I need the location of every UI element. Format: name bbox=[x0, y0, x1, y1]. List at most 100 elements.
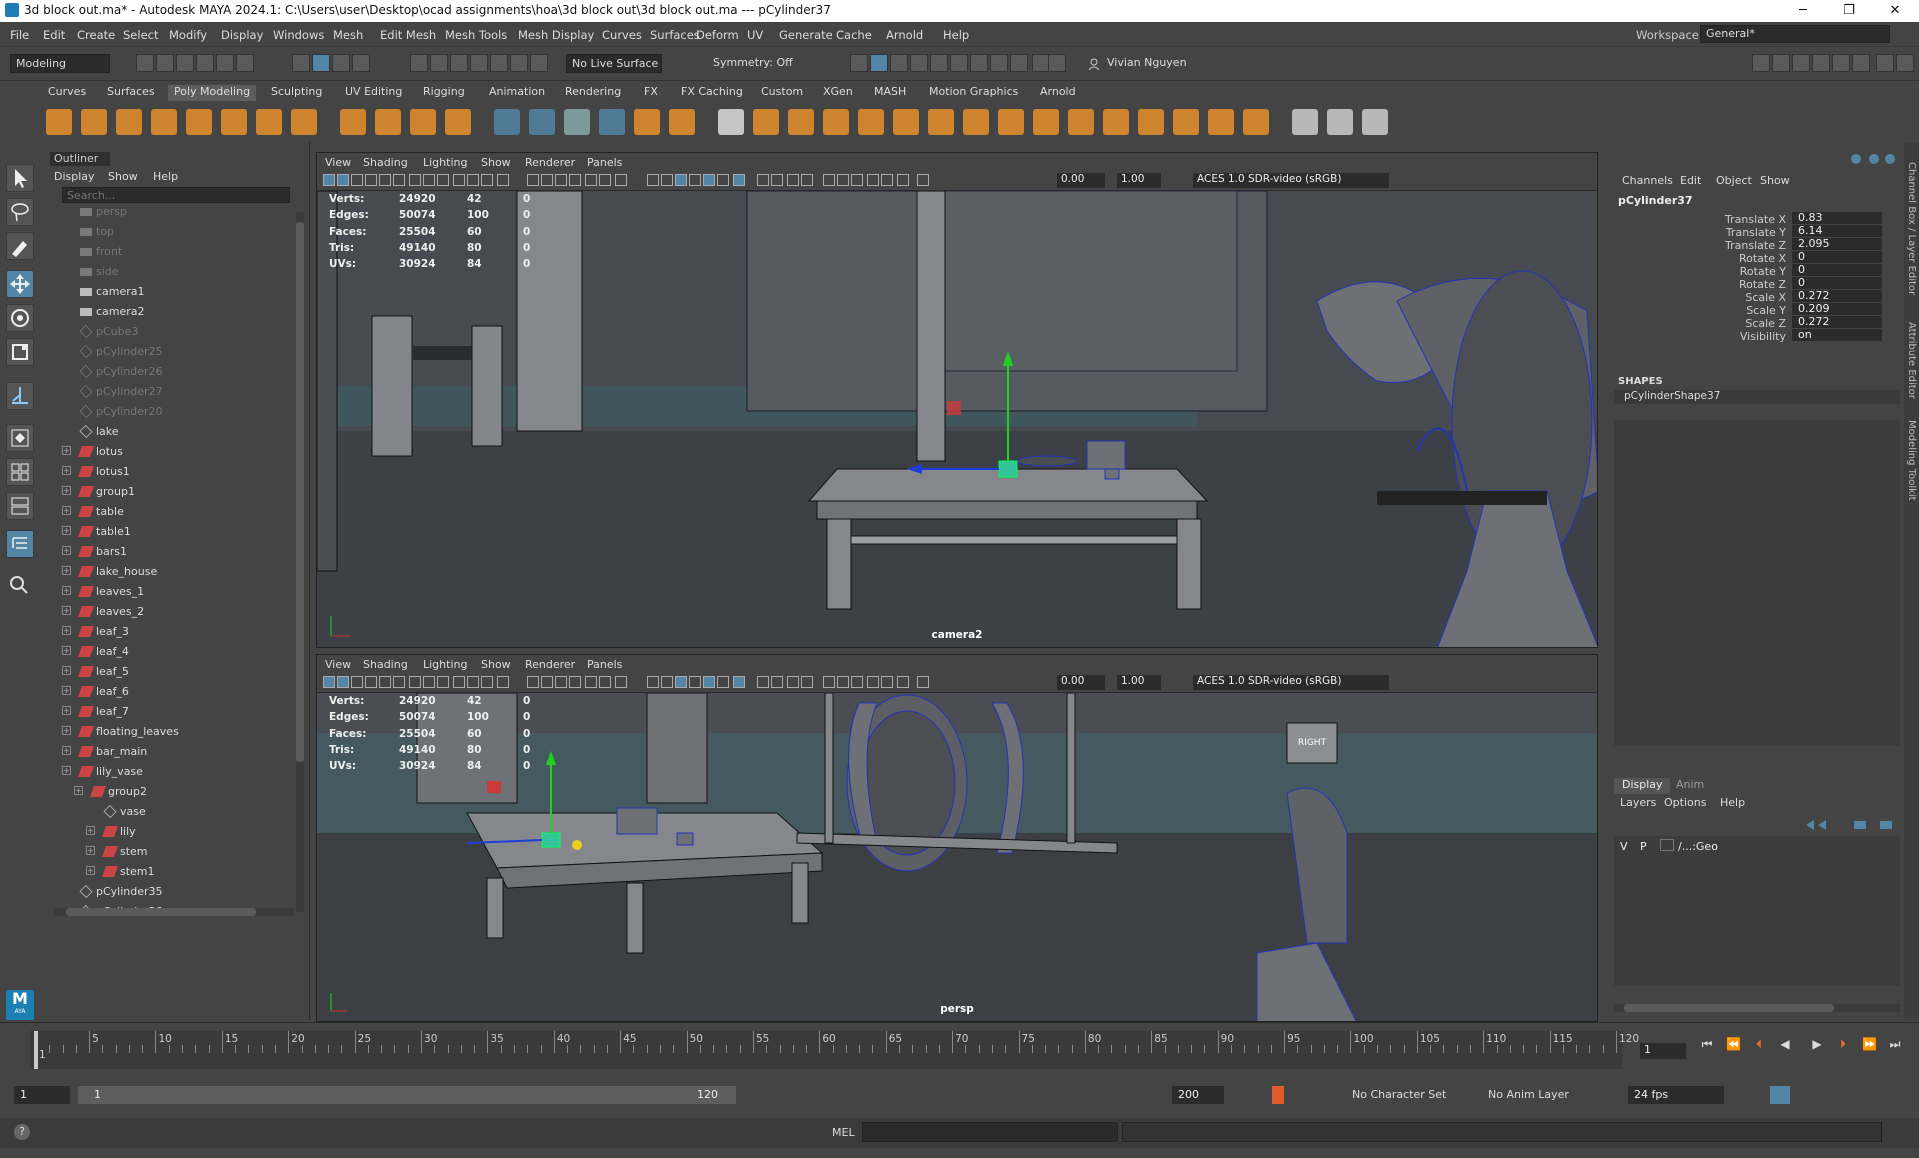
shelf-tool-icon[interactable] bbox=[1243, 109, 1269, 135]
expand-icon[interactable]: + bbox=[62, 746, 71, 755]
menu-select[interactable]: Select bbox=[123, 28, 158, 42]
layer-playback-toggle[interactable]: P bbox=[1640, 840, 1647, 853]
viewport-tool-icon[interactable] bbox=[703, 676, 715, 688]
viewport-tool-icon[interactable] bbox=[661, 174, 673, 186]
expand-icon[interactable]: + bbox=[62, 706, 71, 715]
expand-icon[interactable]: + bbox=[62, 506, 71, 515]
cb-attr-value[interactable]: 2.095 bbox=[1792, 238, 1882, 250]
viewport-tool-icon[interactable] bbox=[569, 676, 581, 688]
viewport-tool-icon[interactable] bbox=[379, 174, 391, 186]
viewport-tool-icon[interactable] bbox=[599, 174, 611, 186]
outliner-item[interactable]: pCylinder26 bbox=[50, 362, 296, 382]
cb-menu-edit[interactable]: Edit bbox=[1680, 174, 1701, 187]
viewport-tool-icon[interactable] bbox=[555, 174, 567, 186]
status-tool-icon[interactable] bbox=[1752, 54, 1770, 72]
viewport-tool-icon[interactable] bbox=[689, 676, 701, 688]
viewport-tool-icon[interactable] bbox=[867, 676, 879, 688]
cb-attr-value[interactable]: 0.209 bbox=[1792, 303, 1882, 315]
shelf-tool-icon[interactable] bbox=[893, 109, 919, 135]
menu-create[interactable]: Create bbox=[77, 28, 115, 42]
viewport-tool-icon[interactable] bbox=[675, 676, 687, 688]
shelf-tab-xgen[interactable]: XGen bbox=[823, 85, 853, 98]
viewport-tool-icon[interactable] bbox=[615, 676, 627, 688]
viewport-tool-icon[interactable] bbox=[541, 174, 553, 186]
select-tool-icon[interactable] bbox=[6, 164, 34, 192]
menu-help[interactable]: Help bbox=[943, 28, 969, 42]
anim-layer-dropdown[interactable]: No Anim Layer bbox=[1488, 1088, 1569, 1101]
shelf-tool-icon[interactable] bbox=[1103, 109, 1129, 135]
viewport-tool-icon[interactable] bbox=[771, 676, 783, 688]
viewport-tool-icon[interactable] bbox=[569, 174, 581, 186]
last-tool-icon[interactable] bbox=[6, 382, 34, 410]
status-tool-icon[interactable] bbox=[196, 54, 214, 72]
shelf-tab-poly-modeling[interactable]: Poly Modeling bbox=[168, 85, 257, 101]
viewport-tool-icon[interactable] bbox=[323, 676, 335, 688]
side-tab-modeling-toolkit[interactable]: Modeling Toolkit bbox=[1906, 420, 1917, 501]
shelf-tool-icon[interactable] bbox=[256, 109, 282, 135]
expand-icon[interactable]: + bbox=[62, 586, 71, 595]
viewport-tool-icon[interactable] bbox=[585, 676, 597, 688]
workspace-dropdown[interactable]: General* bbox=[1700, 25, 1890, 43]
viewport-tool-icon[interactable] bbox=[437, 174, 449, 186]
outliner-item[interactable]: + floating_leaves bbox=[50, 722, 296, 742]
outliner-item[interactable]: + stem1 bbox=[50, 862, 296, 882]
outliner-item[interactable]: pCylinder25 bbox=[50, 342, 296, 362]
outliner-hscrollbar[interactable] bbox=[54, 908, 294, 916]
viewport-tool-icon[interactable] bbox=[497, 174, 509, 186]
colorspace-dropdown[interactable]: ACES 1.0 SDR-video (sRGB) bbox=[1193, 675, 1389, 690]
menu-mesh-tools[interactable]: Mesh Tools bbox=[445, 28, 507, 42]
outliner-item[interactable]: pCylinder20 bbox=[50, 402, 296, 422]
play-backward-icon[interactable]: ◀ bbox=[1778, 1037, 1792, 1051]
menu-cache[interactable]: Cache bbox=[836, 28, 872, 42]
status-tool-icon[interactable] bbox=[490, 54, 508, 72]
viewport-tool-icon[interactable] bbox=[497, 676, 509, 688]
outliner-item[interactable]: + lily_vase bbox=[50, 762, 296, 782]
vp-menu-renderer[interactable]: Renderer bbox=[525, 156, 575, 169]
menu-modify[interactable]: Modify bbox=[169, 28, 207, 42]
shelf-tab-arnold[interactable]: Arnold bbox=[1040, 85, 1076, 98]
viewport-tool-icon[interactable] bbox=[851, 174, 863, 186]
minimize-button[interactable]: ─ bbox=[1780, 0, 1826, 22]
outliner-item[interactable]: pCylinder27 bbox=[50, 382, 296, 402]
outliner-item[interactable]: + lily bbox=[50, 822, 296, 842]
expand-icon[interactable]: + bbox=[62, 606, 71, 615]
outliner-item[interactable]: top bbox=[50, 222, 296, 242]
viewport-tool-icon[interactable] bbox=[823, 174, 835, 186]
viewport-tool-icon[interactable] bbox=[787, 174, 799, 186]
cb-attr-value[interactable]: on bbox=[1792, 329, 1882, 341]
outliner-item[interactable]: + leaf_4 bbox=[50, 642, 296, 662]
menu-edit-mesh[interactable]: Edit Mesh bbox=[380, 28, 436, 42]
step-forward-frame-icon[interactable]: ⏵ bbox=[1836, 1037, 1850, 1051]
viewport-tool-icon[interactable] bbox=[423, 676, 435, 688]
status-tool-icon[interactable] bbox=[216, 54, 234, 72]
expand-icon[interactable]: + bbox=[62, 766, 71, 775]
shelf-tool-icon[interactable] bbox=[1327, 109, 1353, 135]
status-tool-icon[interactable] bbox=[1832, 54, 1850, 72]
cb-menu-show[interactable]: Show bbox=[1760, 174, 1790, 187]
shelf-tool-icon[interactable] bbox=[928, 109, 954, 135]
range-bar[interactable]: 1 120 bbox=[78, 1086, 736, 1104]
layer-menu-help[interactable]: Help bbox=[1720, 796, 1745, 809]
cb-attr-value[interactable]: 0 bbox=[1792, 264, 1882, 276]
status-tool-icon[interactable] bbox=[530, 54, 548, 72]
outliner-item[interactable]: vase bbox=[50, 802, 296, 822]
outliner-item[interactable]: camera2 bbox=[50, 302, 296, 322]
vp-menu-view[interactable]: View bbox=[325, 658, 351, 671]
viewport-tool-icon[interactable] bbox=[771, 174, 783, 186]
viewport-tool-icon[interactable] bbox=[917, 676, 929, 688]
menu-windows[interactable]: Windows bbox=[273, 28, 324, 42]
vp-menu-shading[interactable]: Shading bbox=[363, 658, 408, 671]
layer-menu-layers[interactable]: Layers bbox=[1620, 796, 1656, 809]
viewport-tool-icon[interactable] bbox=[647, 174, 659, 186]
expand-icon[interactable]: + bbox=[62, 466, 71, 475]
menu-display[interactable]: Display bbox=[221, 28, 263, 42]
status-tool-icon[interactable] bbox=[1896, 54, 1914, 72]
step-back-key-icon[interactable]: ⏪ bbox=[1726, 1037, 1741, 1051]
shelf-tab-custom[interactable]: Custom bbox=[761, 85, 803, 98]
viewport-tool-icon[interactable] bbox=[881, 676, 893, 688]
viewport-tool-icon[interactable] bbox=[437, 676, 449, 688]
expand-icon[interactable]: + bbox=[62, 666, 71, 675]
viewport-tool-icon[interactable] bbox=[823, 676, 835, 688]
shelf-tool-icon[interactable] bbox=[375, 109, 401, 135]
status-tool-icon[interactable] bbox=[312, 54, 330, 72]
